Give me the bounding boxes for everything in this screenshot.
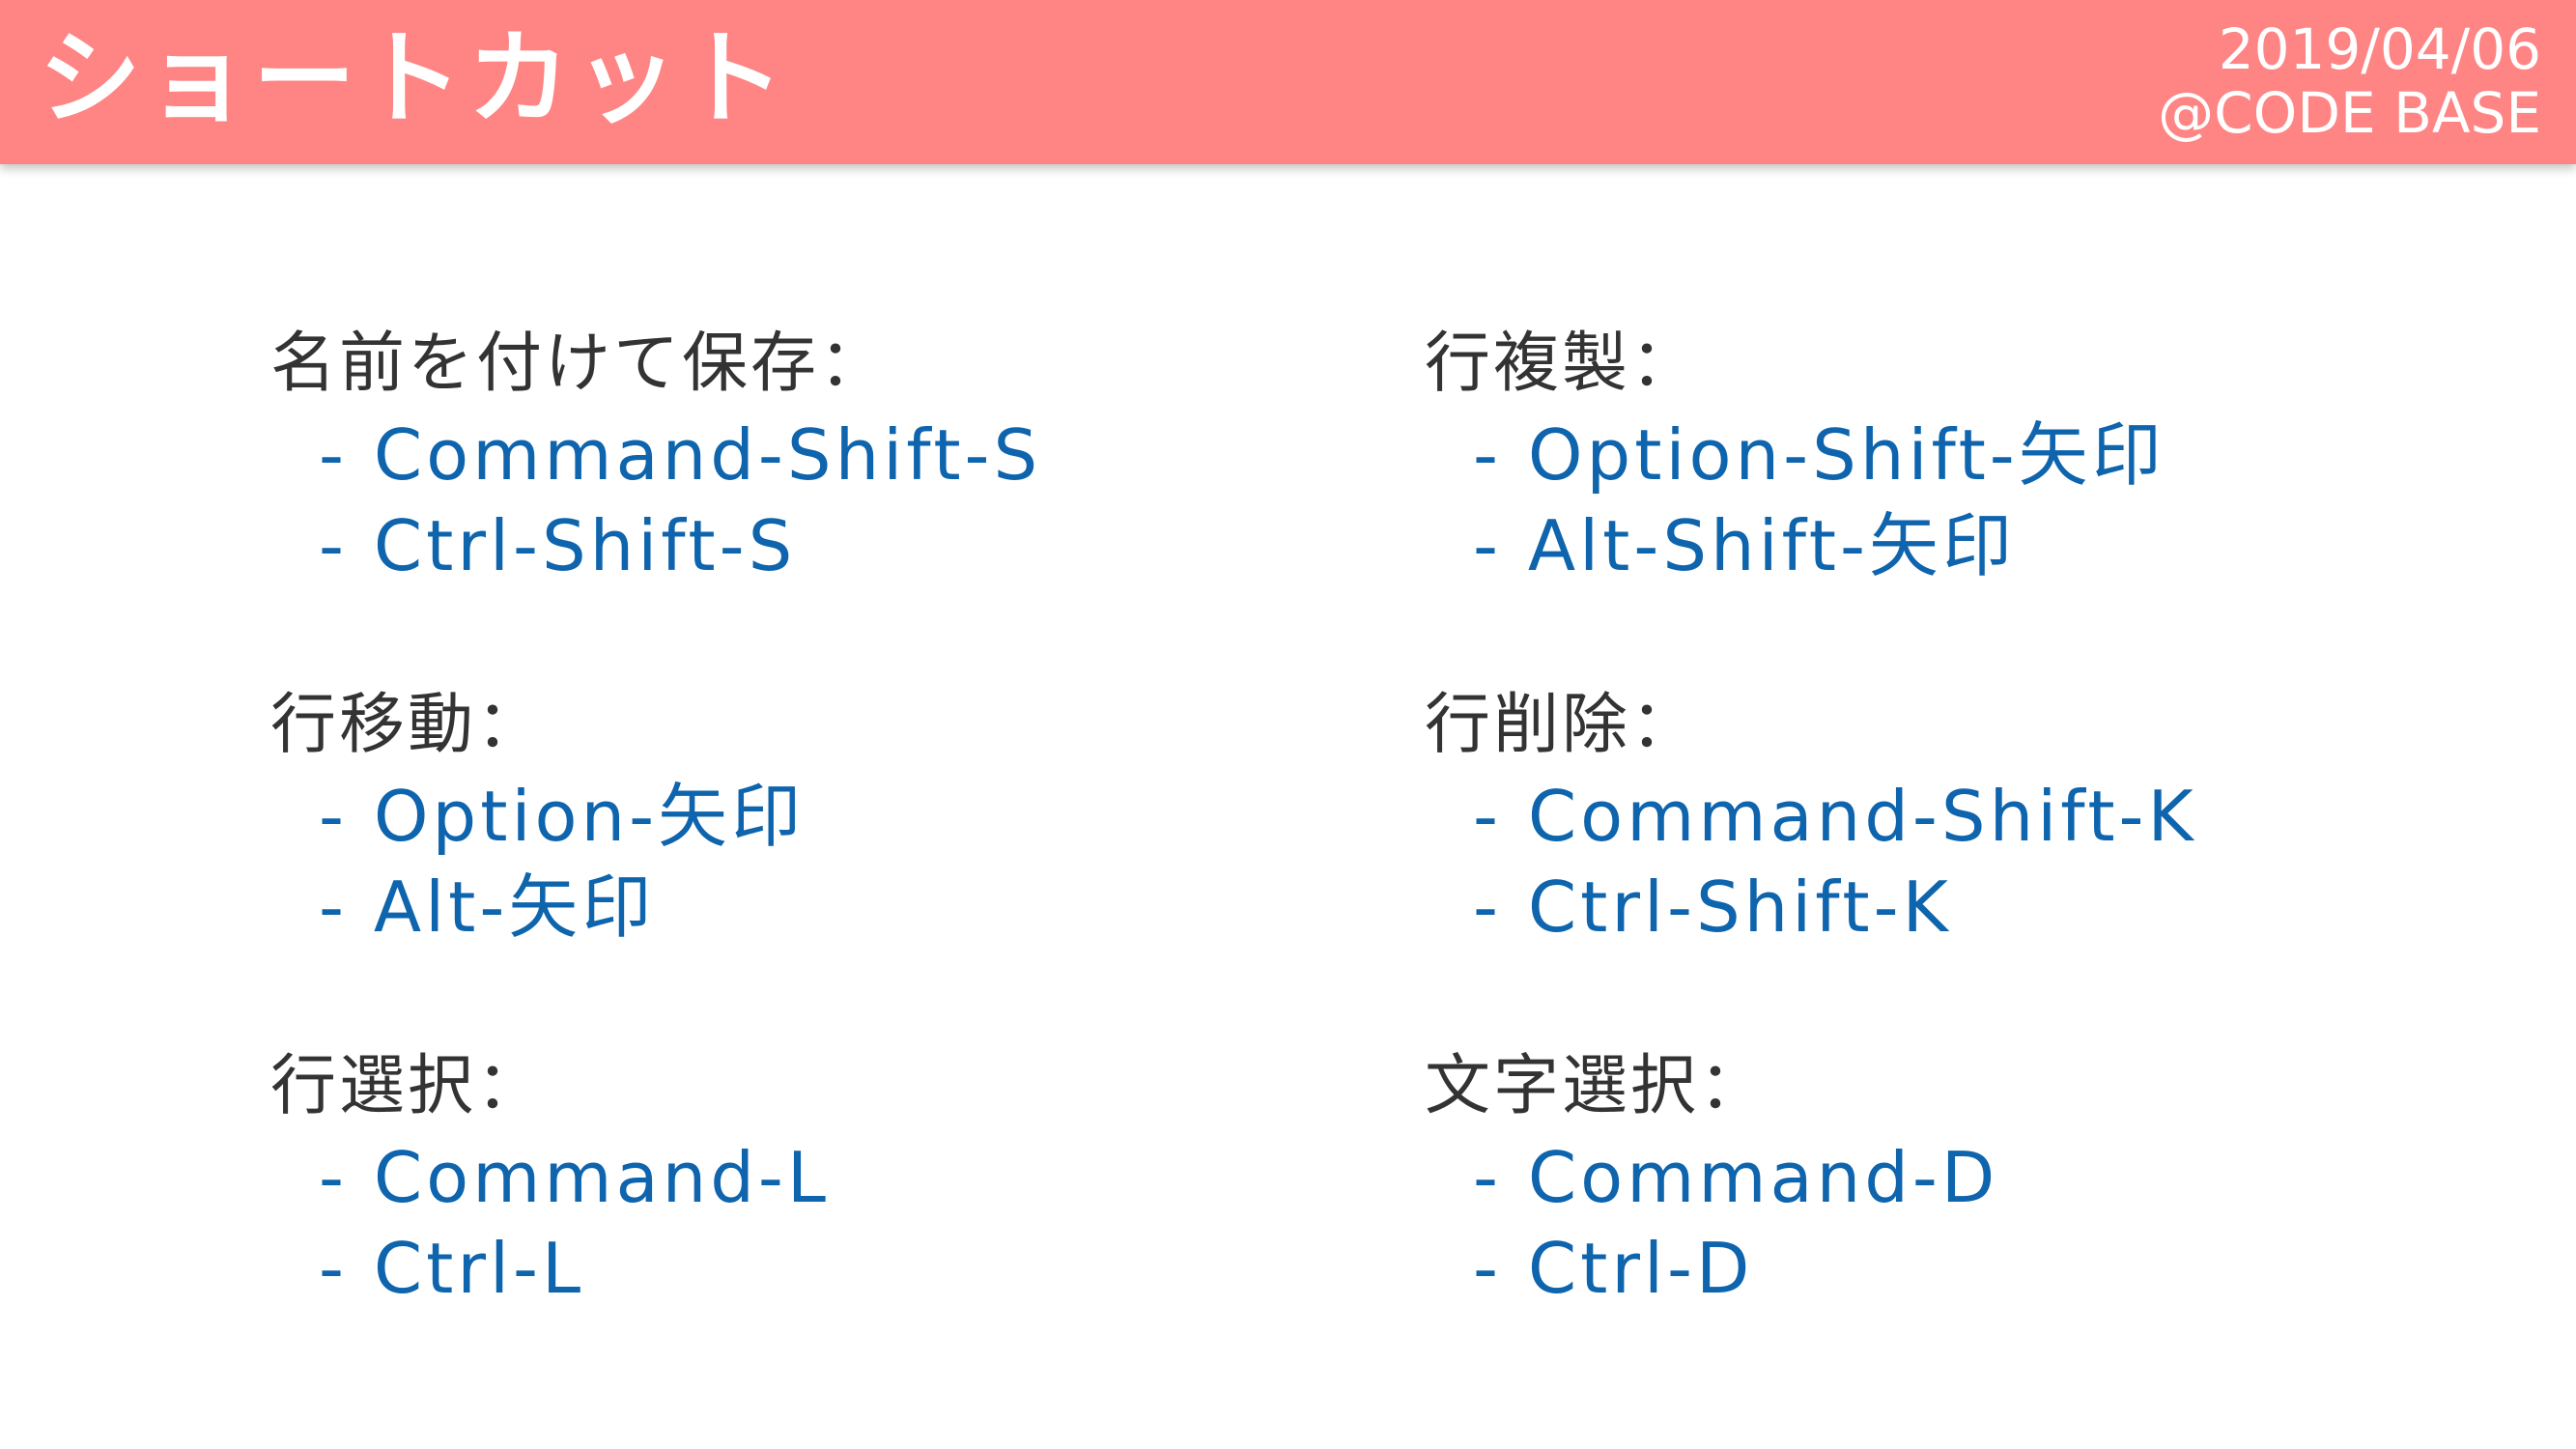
shortcut-section-save-as: 名前を付けて保存： - Command-Shift-S - Ctrl-Shift… xyxy=(270,319,1333,680)
shortcut-mac: - Command-L xyxy=(319,1137,831,1218)
shortcut-windows: - Ctrl-D xyxy=(1473,1228,1754,1309)
shortcut-windows: - Alt-Shift-矢印 xyxy=(1473,505,2016,586)
shortcut-windows: - Alt-矢印 xyxy=(319,867,656,948)
section-heading: 行複製： xyxy=(1425,326,1700,402)
shortcut-mac: - Option-Shift-矢印 xyxy=(1473,414,2166,496)
section-heading: 行削除： xyxy=(1425,687,1700,763)
section-heading: 行移動： xyxy=(270,687,546,763)
shortcut-mac: - Command-D xyxy=(1473,1137,1999,1218)
shortcut-mac: - Option-矢印 xyxy=(319,776,806,857)
header-meta: 2019/04/06 @CODE BASE xyxy=(2158,17,2541,145)
shortcut-section-select-word: 文字選択： - Command-D - Ctrl-D xyxy=(1425,1041,2487,1403)
section-heading: 行選択： xyxy=(270,1048,546,1124)
shortcut-section-duplicate-line: 行複製： - Option-Shift-矢印 - Alt-Shift-矢印 xyxy=(1425,319,2487,680)
section-heading: 名前を付けて保存： xyxy=(270,326,889,402)
shortcut-windows: - Ctrl-Shift-S xyxy=(319,505,797,586)
header-bar: ショートカット 2019/04/06 @CODE BASE xyxy=(0,0,2576,164)
date-label: 2019/04/06 xyxy=(2218,16,2541,82)
shortcut-section-delete-line: 行削除： - Command-Shift-K - Ctrl-Shift-K xyxy=(1425,680,2487,1041)
shortcut-section-select-line: 行選択： - Command-L - Ctrl-L xyxy=(270,1041,1333,1403)
shortcut-section-move-line: 行移動： - Option-矢印 - Alt-矢印 xyxy=(270,680,1333,1041)
section-heading: 文字選択： xyxy=(1425,1048,1769,1124)
right-column: 行複製： - Option-Shift-矢印 - Alt-Shift-矢印 行削… xyxy=(1425,319,2487,1403)
shortcut-mac: - Command-Shift-K xyxy=(1473,776,2197,857)
shortcut-mac: - Command-Shift-S xyxy=(319,414,1042,496)
shortcut-windows: - Ctrl-L xyxy=(319,1228,585,1309)
shortcut-windows: - Ctrl-Shift-K xyxy=(1473,867,1952,948)
page-title: ショートカット xyxy=(39,19,789,138)
brand-label: @CODE BASE xyxy=(2158,80,2541,146)
left-column: 名前を付けて保存： - Command-Shift-S - Ctrl-Shift… xyxy=(270,319,1333,1403)
